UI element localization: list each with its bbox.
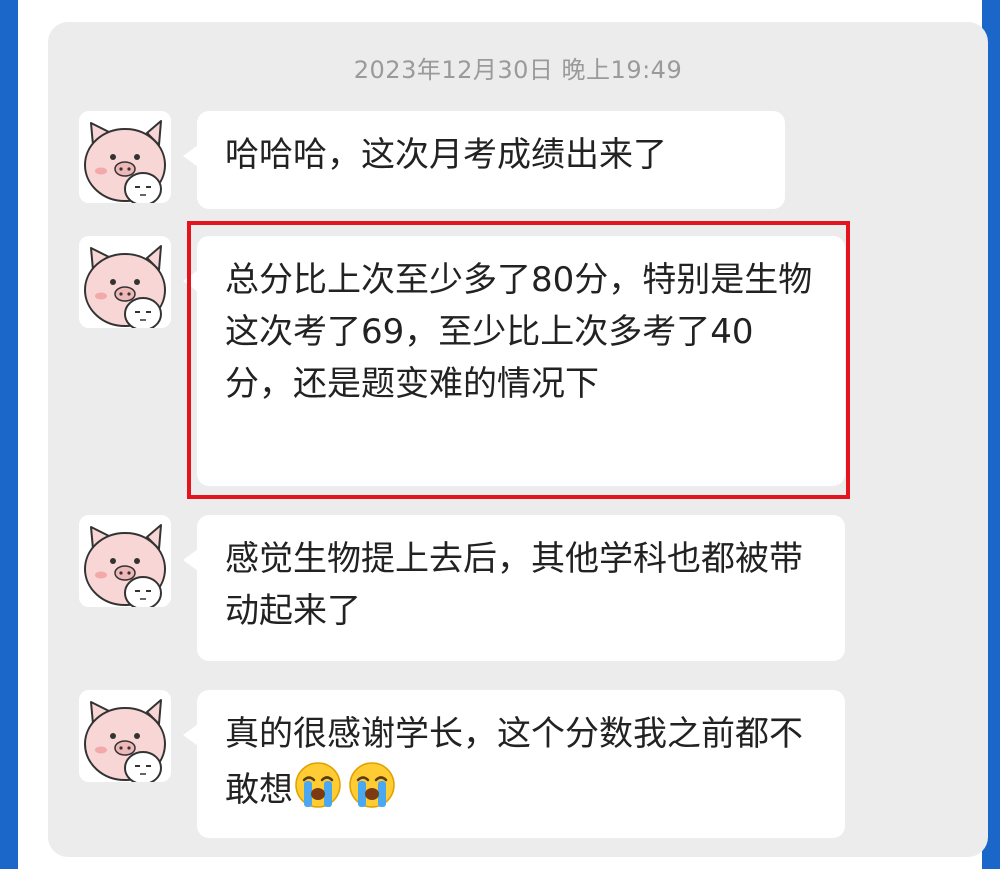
pig-avatar-icon — [79, 515, 171, 607]
message-timestamp: 2023年12月30日 晚上19:49 — [353, 56, 683, 84]
message-text: 感觉生物提上去后，其他学科也都被带动起来了 — [225, 539, 803, 631]
loudly-crying-face-icon — [349, 762, 395, 808]
chat-area[interactable]: 2023年12月30日 晚上19:49 哈哈哈，这次月考成绩出来了 总分比上次至… — [48, 22, 988, 857]
sender-avatar[interactable] — [79, 236, 171, 328]
sender-avatar[interactable] — [79, 111, 171, 203]
message-text: 哈哈哈，这次月考成绩出来了 — [225, 135, 667, 175]
highlight-frame — [187, 221, 850, 499]
message-bubble[interactable]: 感觉生物提上去后，其他学科也都被带动起来了 — [183, 515, 845, 661]
screenshot-panel: 2023年12月30日 晚上19:49 哈哈哈，这次月考成绩出来了 总分比上次至… — [18, 0, 988, 869]
message-bubble[interactable]: 真的很感谢学长，这个分数我之前都不敢想 — [183, 690, 845, 838]
sender-avatar[interactable] — [79, 690, 171, 782]
pig-avatar-icon — [79, 236, 171, 328]
pig-avatar-icon — [79, 111, 171, 203]
pig-avatar-icon — [79, 690, 171, 782]
sender-avatar[interactable] — [79, 515, 171, 607]
loudly-crying-face-icon — [295, 762, 341, 808]
message-bubble[interactable]: 哈哈哈，这次月考成绩出来了 — [183, 111, 785, 209]
